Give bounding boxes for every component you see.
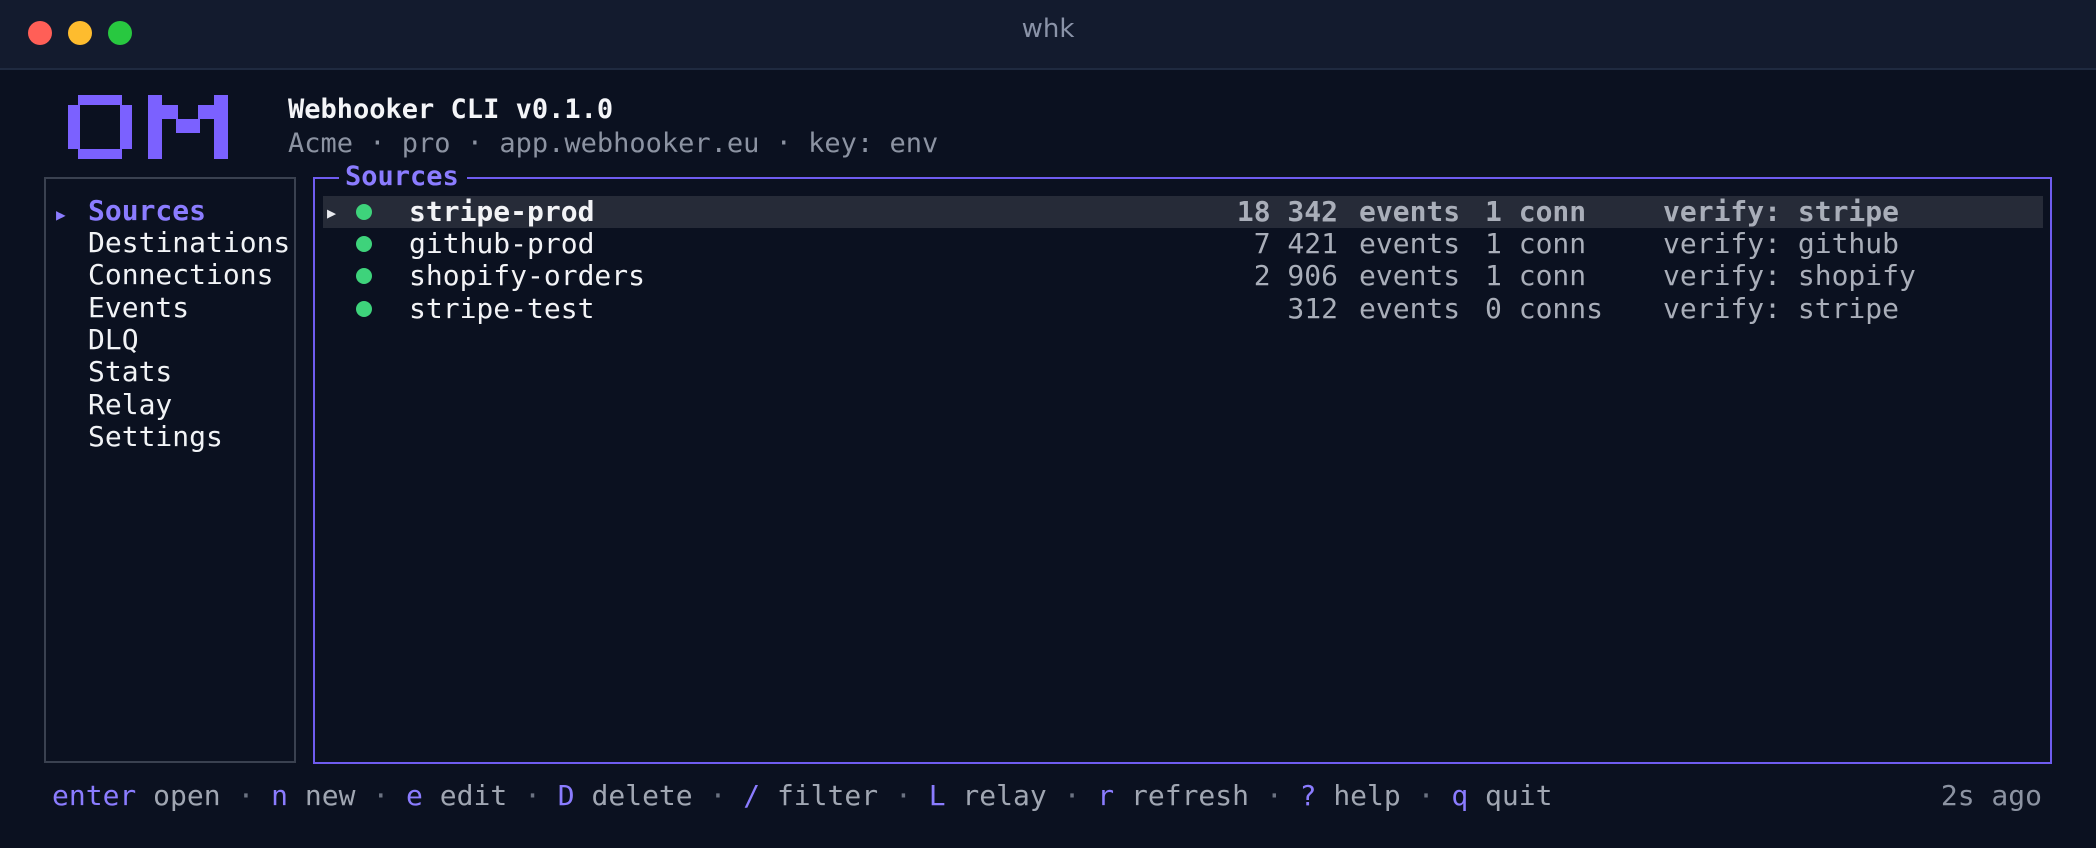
hint-key-help[interactable]: ?: [1300, 779, 1317, 812]
sidebar-item-relay[interactable]: Relay: [88, 388, 172, 421]
sidebar-item-connections[interactable]: Connections: [88, 258, 273, 291]
window-title: whk: [1021, 14, 1075, 44]
source-row[interactable]: stripe-test 312 events 0 conns verify: s…: [323, 293, 2043, 325]
sidebar-item-destinations[interactable]: Destinations: [88, 226, 290, 259]
source-name: stripe-prod: [409, 195, 595, 228]
hint-key-new[interactable]: n: [271, 779, 288, 812]
connection-count: 1 conn: [1485, 227, 1587, 260]
verify-method: verify: stripe: [1663, 195, 1900, 228]
hint-separator: ·: [1265, 779, 1283, 812]
sidebar-item-dlq[interactable]: DLQ: [88, 323, 139, 356]
hint-separator: ·: [237, 779, 255, 812]
hint-label-delete: delete: [591, 779, 693, 812]
connection-count: 1 conn: [1485, 195, 1587, 228]
hint-label-new: new: [304, 779, 356, 812]
status-dot-icon: [356, 268, 372, 284]
events-label: events: [1359, 227, 1461, 260]
title-bar: whk: [0, 0, 2096, 70]
events-label: events: [1359, 195, 1461, 228]
hint-label-help: help: [1333, 779, 1401, 812]
source-name: github-prod: [409, 227, 595, 260]
sidebar-item-settings[interactable]: Settings: [88, 420, 223, 453]
sidebar-item-stats[interactable]: Stats: [88, 355, 172, 388]
hint-separator: ·: [894, 779, 912, 812]
hint-separator: ·: [372, 779, 390, 812]
hint-label-open: open: [153, 779, 221, 812]
source-row[interactable]: shopify-orders 2 906 events 1 conn verif…: [323, 260, 2043, 292]
selection-arrow-icon: ▶: [56, 205, 66, 224]
webhooker-logo-icon: [68, 95, 228, 159]
hint-label-refresh: refresh: [1131, 779, 1250, 812]
hint-label-edit: edit: [439, 779, 508, 812]
hint-key-edit[interactable]: e: [406, 779, 423, 812]
verify-method: verify: stripe: [1663, 292, 1900, 325]
terminal-window: whk Webhooker CLI v0.1.0 Acme · pro · ap…: [0, 0, 2096, 848]
hint-key-relay[interactable]: L: [929, 779, 946, 812]
hint-label-relay: relay: [962, 779, 1047, 812]
hint-label-filter: filter: [776, 779, 879, 812]
hint-key-filter[interactable]: /: [743, 779, 760, 812]
panel-title: Sources: [339, 161, 467, 192]
source-name: stripe-test: [409, 292, 595, 325]
event-count: 312: [1287, 292, 1338, 325]
sidebar-item-sources[interactable]: Sources: [88, 194, 206, 227]
event-count: 18 342: [1236, 195, 1338, 228]
sidebar-nav: ▶ Sources Destinations Connections Event…: [44, 177, 296, 763]
event-count: 2 906: [1253, 259, 1338, 292]
events-label: events: [1359, 292, 1461, 325]
hint-key-delete[interactable]: D: [558, 779, 575, 812]
status-dot-icon: [356, 236, 372, 252]
sidebar-item-events[interactable]: Events: [88, 291, 189, 324]
source-row[interactable]: ▶ stripe-prod 18 342 events 1 conn verif…: [323, 196, 2043, 228]
sources-panel: Sources ▶ stripe-prod 18 342 events 1 co…: [313, 161, 2052, 764]
verify-method: verify: shopify: [1663, 259, 1916, 292]
last-updated: 2s ago: [1940, 779, 2042, 812]
events-label: events: [1359, 259, 1461, 292]
connection-count: 1 conn: [1485, 259, 1587, 292]
event-count: 7 421: [1253, 227, 1338, 260]
hint-separator: ·: [1063, 779, 1081, 812]
connection-count: 0 conns: [1485, 292, 1604, 325]
hint-separator: ·: [524, 779, 541, 812]
selection-arrow-icon: ▶: [327, 204, 337, 222]
hint-label-quit: quit: [1485, 779, 1553, 812]
hint-key-enter[interactable]: enter: [52, 779, 136, 812]
hint-key-refresh[interactable]: r: [1097, 779, 1114, 812]
keybinding-hints: enter open · n new · e edit · D delete ·…: [52, 779, 1552, 812]
verify-method: verify: github: [1663, 227, 1900, 260]
status-dot-icon: [356, 204, 372, 220]
app-subtitle: Acme · pro · app.webhooker.eu · key: env: [288, 128, 939, 159]
source-name: shopify-orders: [409, 259, 646, 292]
source-row[interactable]: github-prod 7 421 events 1 conn verify: …: [323, 228, 2043, 260]
hint-separator: ·: [1417, 779, 1435, 812]
app-title: Webhooker CLI v0.1.0: [288, 94, 614, 125]
status-dot-icon: [356, 301, 372, 317]
hint-key-quit[interactable]: q: [1451, 779, 1468, 812]
hint-separator: ·: [709, 779, 727, 812]
